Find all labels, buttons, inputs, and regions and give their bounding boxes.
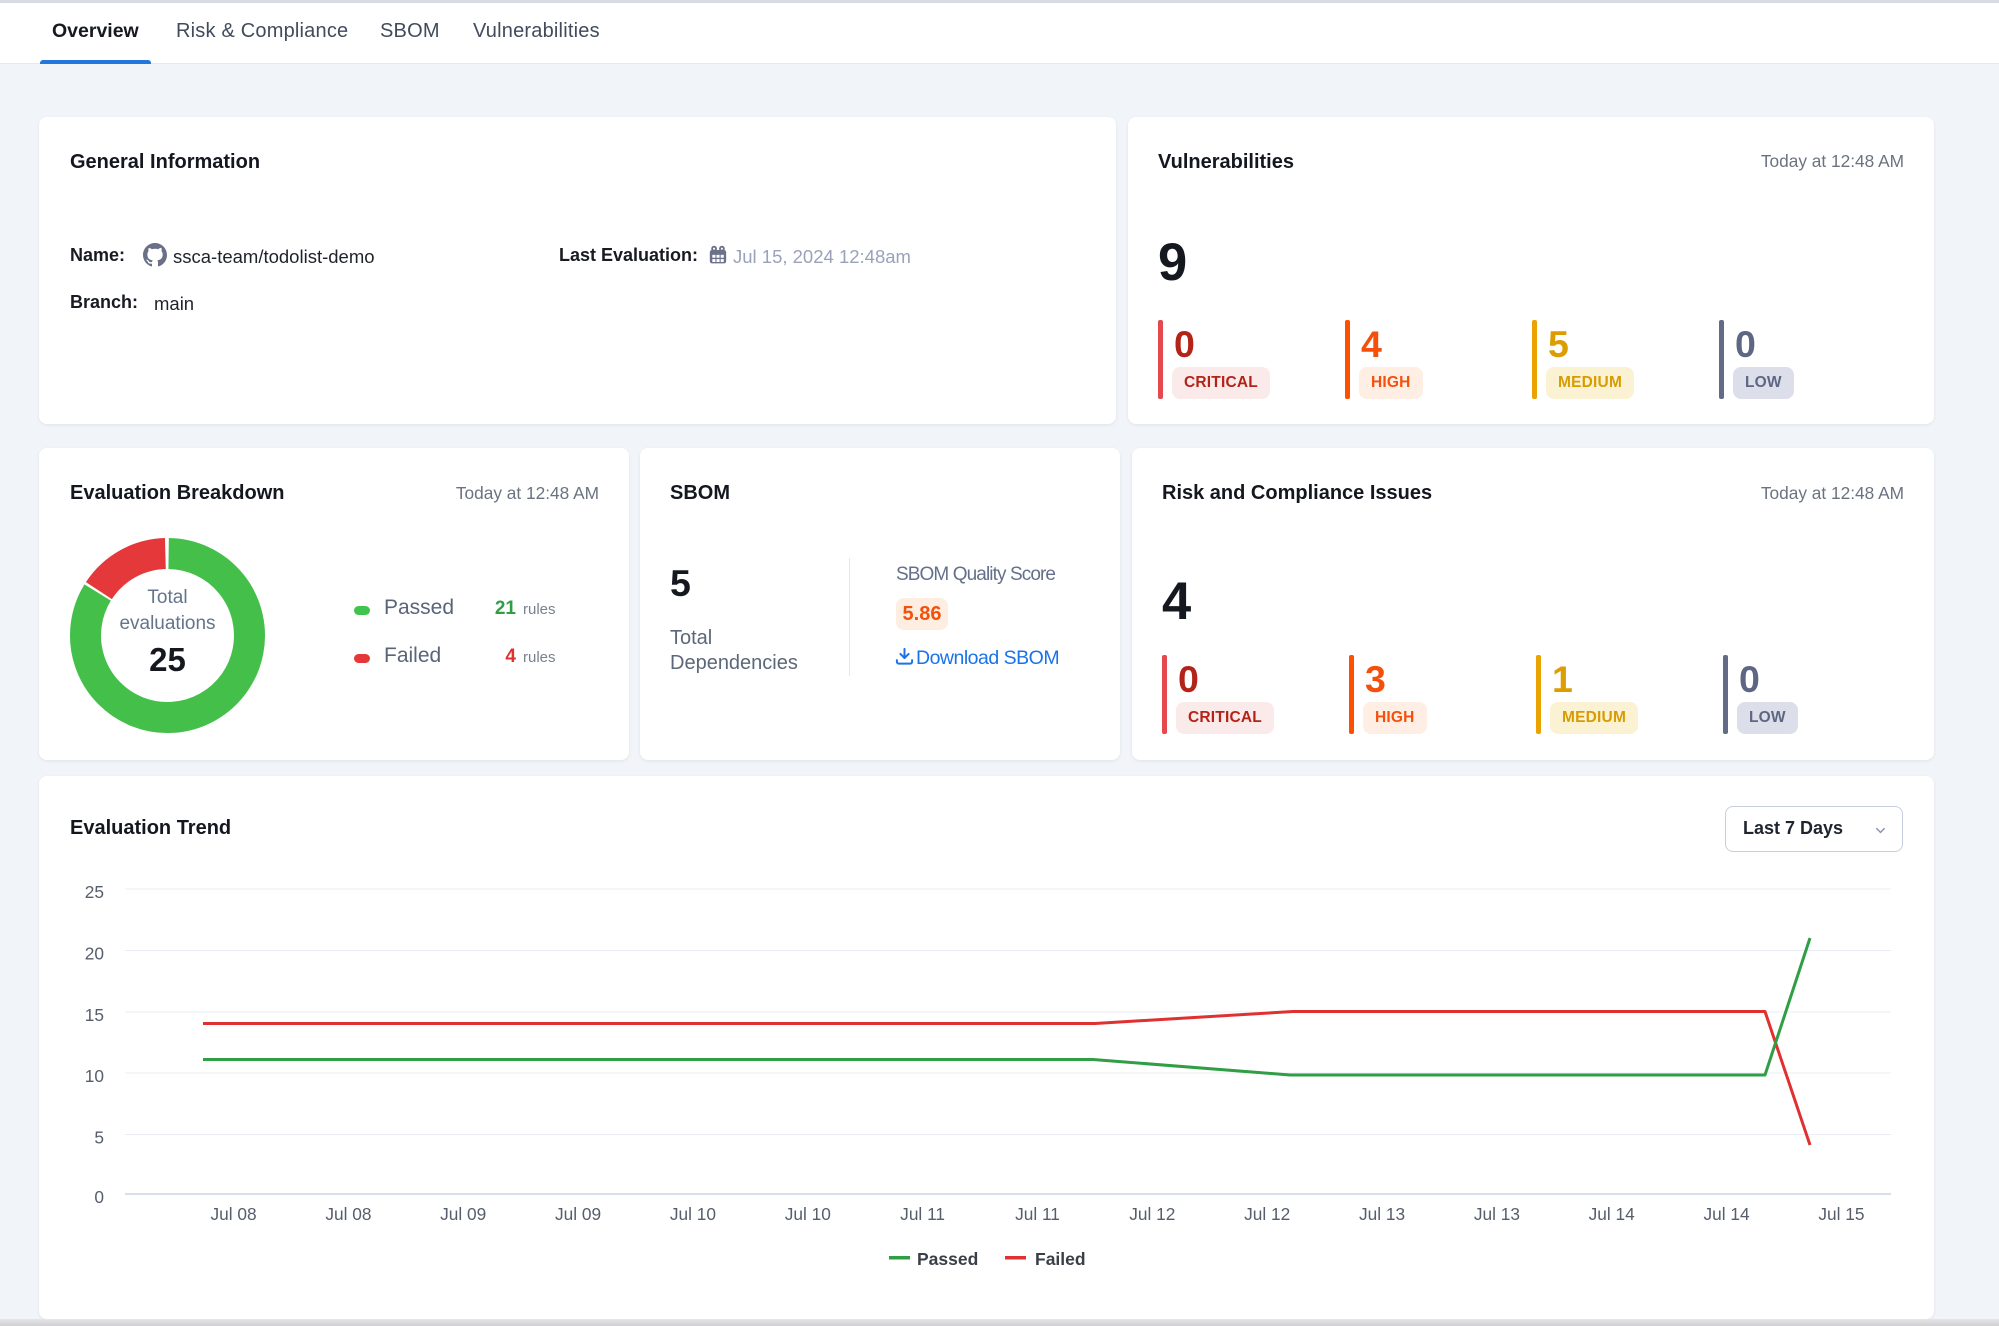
svg-text:Jul 13: Jul 13 <box>1359 1204 1405 1224</box>
svg-text:Jul 08: Jul 08 <box>325 1204 371 1224</box>
svg-text:0: 0 <box>94 1187 104 1207</box>
svg-text:15: 15 <box>85 1005 104 1025</box>
svg-text:Jul 09: Jul 09 <box>555 1204 601 1224</box>
svg-text:Jul 09: Jul 09 <box>440 1204 486 1224</box>
svg-text:Jul 11: Jul 11 <box>1015 1204 1060 1224</box>
svg-text:5: 5 <box>94 1128 104 1148</box>
svg-text:Jul 14: Jul 14 <box>1704 1204 1751 1224</box>
svg-text:Jul 10: Jul 10 <box>670 1204 716 1224</box>
svg-text:Jul 12: Jul 12 <box>1129 1204 1175 1224</box>
svg-text:Jul 08: Jul 08 <box>210 1204 256 1224</box>
svg-text:10: 10 <box>85 1066 104 1086</box>
svg-text:Jul 15: Jul 15 <box>1818 1204 1864 1224</box>
svg-text:Jul 10: Jul 10 <box>785 1204 831 1224</box>
svg-text:20: 20 <box>85 944 104 964</box>
svg-text:Jul 14: Jul 14 <box>1589 1204 1636 1224</box>
svg-text:Jul 13: Jul 13 <box>1474 1204 1520 1224</box>
svg-text:Passed: Passed <box>917 1249 978 1269</box>
svg-text:Jul 12: Jul 12 <box>1244 1204 1290 1224</box>
svg-text:Jul 11: Jul 11 <box>900 1204 945 1224</box>
svg-text:25: 25 <box>85 882 104 902</box>
svg-text:Failed: Failed <box>1035 1249 1086 1269</box>
